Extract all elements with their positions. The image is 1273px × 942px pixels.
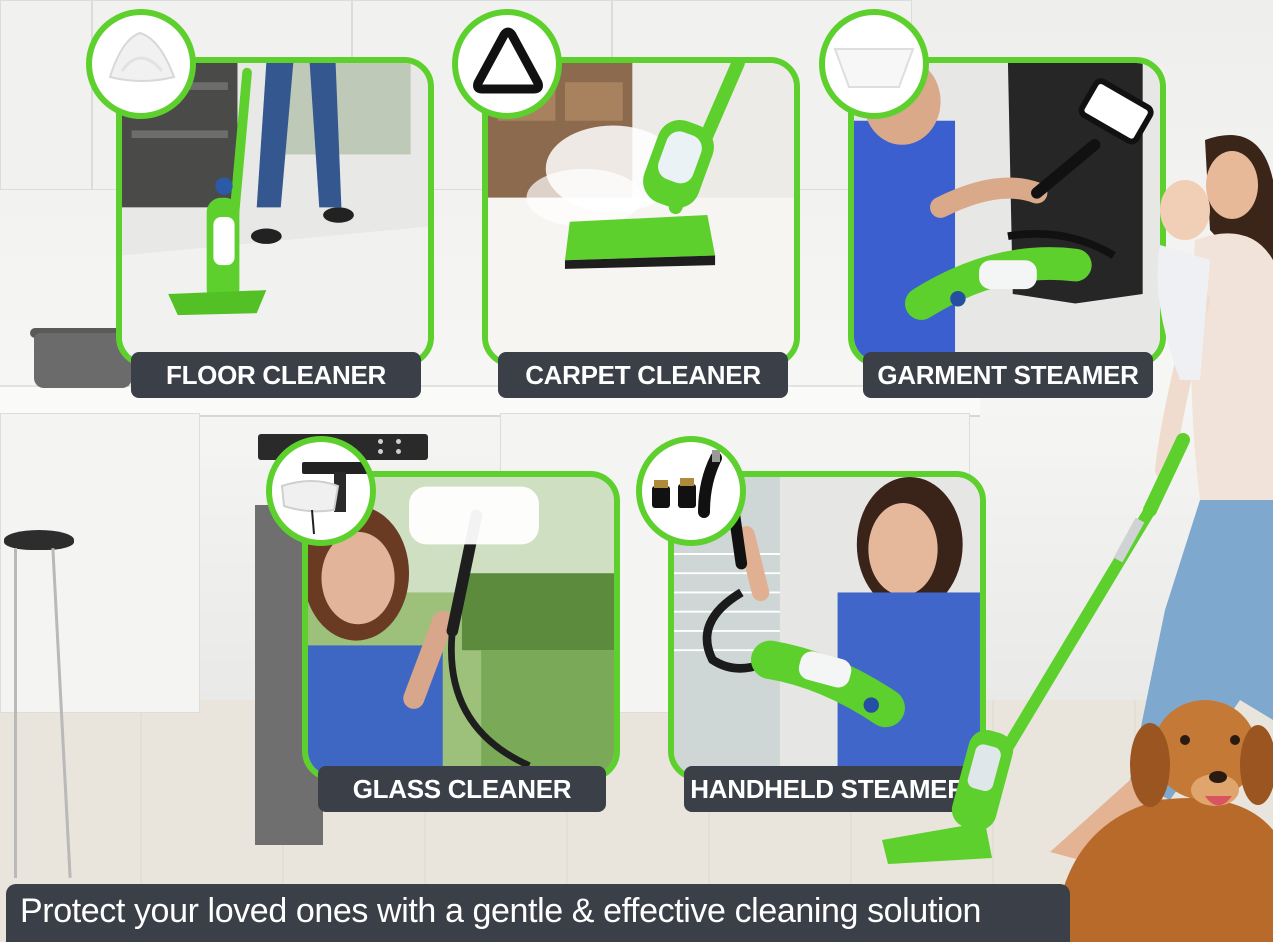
brush-nozzle-set-icon: [636, 436, 746, 546]
fabric-pad-icon: [819, 9, 929, 119]
triangle-mop-pad-icon: [86, 9, 196, 119]
lower-cabinet: [0, 413, 200, 713]
feature-label-handheld: HANDHELD STEAMER: [684, 766, 972, 812]
tagline-text: Protect your loved ones with a gentle & …: [20, 892, 982, 930]
window-squeegee-icon: [266, 436, 376, 546]
feature-label-floor: FLOOR CLEANER: [131, 352, 421, 398]
feature-label-garment: GARMENT STEAMER: [863, 352, 1153, 398]
tagline-bar: Protect your loved ones with a gentle & …: [6, 884, 1070, 942]
feature-label-glass: GLASS CLEANER: [318, 766, 606, 812]
upper-cabinet: [0, 0, 92, 190]
carpet-glider-icon: [452, 9, 562, 119]
bar-stool: [4, 530, 74, 550]
feature-label-carpet: CARPET CLEANER: [498, 352, 788, 398]
stool-leg: [14, 548, 17, 878]
